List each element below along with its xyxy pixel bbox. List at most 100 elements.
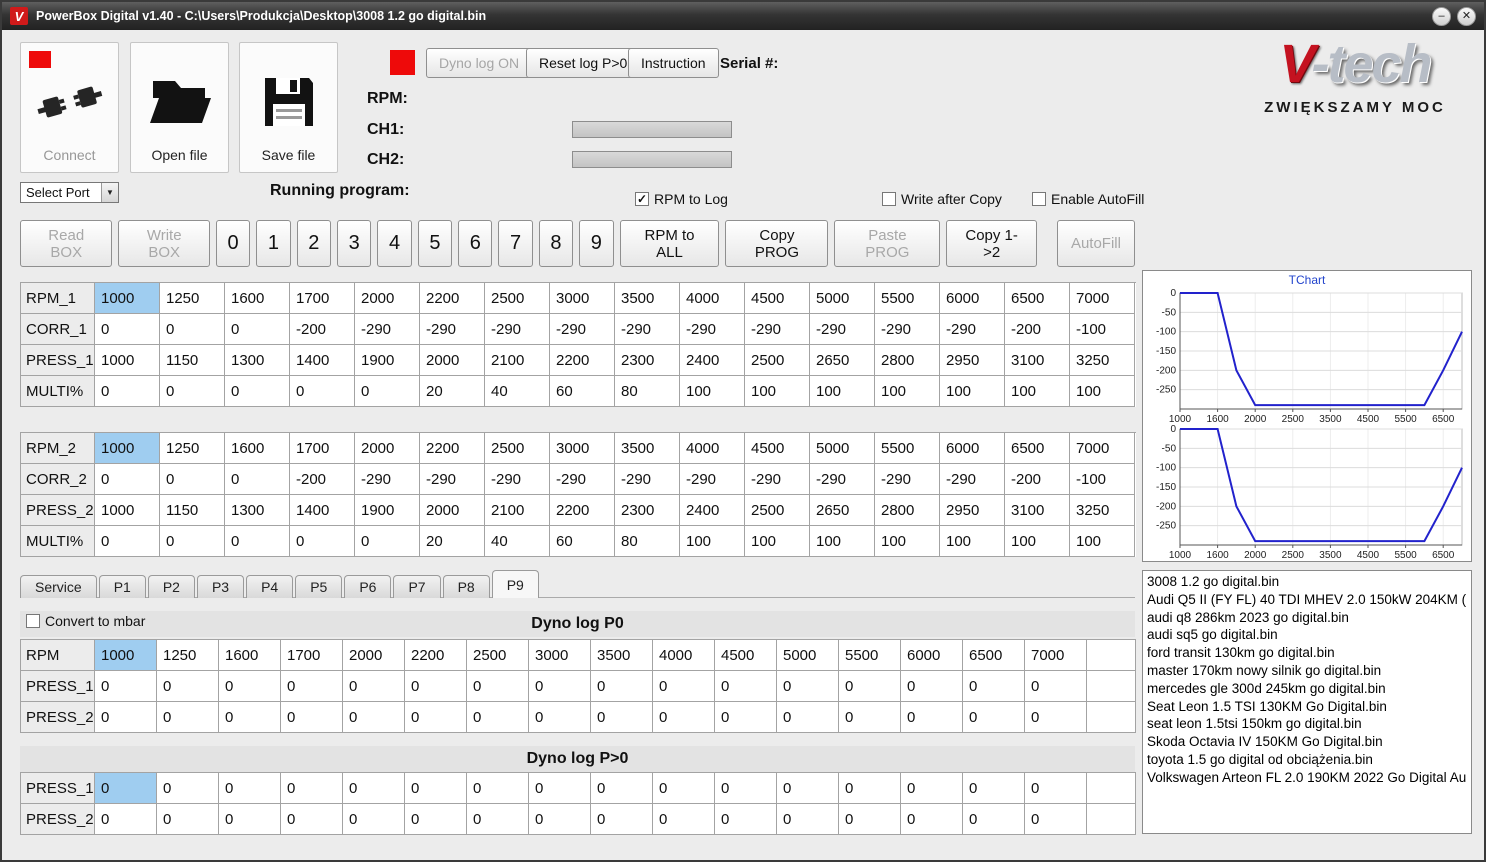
table-cell[interactable]: 0 xyxy=(839,671,901,702)
digit-8-button[interactable]: 8 xyxy=(538,220,574,267)
table-cell[interactable]: 0 xyxy=(160,526,225,557)
table-cell[interactable]: 0 xyxy=(157,804,219,835)
table-cell[interactable]: 100 xyxy=(1070,526,1135,557)
table-cell[interactable]: -100 xyxy=(1070,464,1135,495)
table-cell[interactable]: 100 xyxy=(875,526,940,557)
table-cell[interactable]: 0 xyxy=(963,671,1025,702)
table-cell[interactable]: 1000 xyxy=(95,345,160,376)
close-button[interactable]: ✕ xyxy=(1457,6,1476,26)
digit-5-button[interactable]: 5 xyxy=(417,220,453,267)
table-cell[interactable]: 20 xyxy=(420,526,485,557)
table-cell[interactable]: 0 xyxy=(653,773,715,804)
table-cell[interactable]: 0 xyxy=(467,702,529,733)
table-cell[interactable]: 1000 xyxy=(95,495,160,526)
table-cell[interactable]: 0 xyxy=(281,671,343,702)
table-cell[interactable]: -290 xyxy=(680,464,745,495)
table-cell[interactable]: 80 xyxy=(615,376,680,407)
table-cell[interactable]: 2650 xyxy=(810,495,875,526)
file-list-item[interactable]: toyota 1.5 go digital od obciążenia.bin xyxy=(1143,751,1471,769)
table-cell[interactable]: 0 xyxy=(901,702,963,733)
table-cell[interactable]: 0 xyxy=(653,702,715,733)
file-list-item[interactable]: master 170km nowy silnik go digital.bin xyxy=(1143,662,1471,680)
table-cell[interactable]: -290 xyxy=(940,314,1005,345)
table-cell[interactable]: 2200 xyxy=(550,495,615,526)
table-cell[interactable]: 2500 xyxy=(745,495,810,526)
table-cell[interactable]: 0 xyxy=(355,376,420,407)
table-cell[interactable]: 3500 xyxy=(591,640,653,671)
table-cell[interactable]: 2200 xyxy=(550,345,615,376)
table-cell[interactable]: 1250 xyxy=(160,433,225,464)
table-cell[interactable]: 0 xyxy=(715,702,777,733)
table-cell[interactable]: 0 xyxy=(777,804,839,835)
table-cell[interactable]: 1300 xyxy=(225,345,290,376)
table-cell[interactable]: 3250 xyxy=(1070,495,1135,526)
table-cell[interactable]: -290 xyxy=(745,464,810,495)
table-cell[interactable]: -290 xyxy=(485,314,550,345)
table-cell[interactable]: 1150 xyxy=(160,495,225,526)
table-cell[interactable]: -290 xyxy=(355,464,420,495)
digit-3-button[interactable]: 3 xyxy=(337,220,372,267)
table-cell[interactable]: 0 xyxy=(1025,702,1087,733)
digit-7-button[interactable]: 7 xyxy=(498,220,533,267)
table-cell[interactable]: 1400 xyxy=(290,495,355,526)
table-cell[interactable]: 2650 xyxy=(810,345,875,376)
table-cell[interactable]: 0 xyxy=(529,773,591,804)
table-cell[interactable]: 0 xyxy=(467,804,529,835)
table-cell[interactable]: 0 xyxy=(281,773,343,804)
table-cell[interactable]: 1400 xyxy=(290,345,355,376)
table-cell[interactable]: 0 xyxy=(355,526,420,557)
table-cell[interactable]: -290 xyxy=(420,314,485,345)
table-cell[interactable]: 0 xyxy=(225,376,290,407)
tab-p6[interactable]: P6 xyxy=(344,575,392,598)
table-cell[interactable]: -290 xyxy=(745,314,810,345)
table-cell[interactable]: 2000 xyxy=(420,345,485,376)
table-cell[interactable]: -290 xyxy=(420,464,485,495)
table-cell[interactable]: -290 xyxy=(485,464,550,495)
table-cell[interactable]: 0 xyxy=(95,376,160,407)
table-cell[interactable]: -290 xyxy=(550,464,615,495)
file-list-item[interactable]: ford transit 130km go digital.bin xyxy=(1143,644,1471,662)
table-cell[interactable]: 3500 xyxy=(615,283,680,314)
table-cell[interactable]: 5000 xyxy=(810,283,875,314)
port-select[interactable]: Select Port ▼ xyxy=(20,182,119,203)
table-cell[interactable]: -290 xyxy=(810,464,875,495)
table-cell[interactable]: 0 xyxy=(405,671,467,702)
table-cell[interactable]: 20 xyxy=(420,376,485,407)
table-cell[interactable]: 2950 xyxy=(940,495,1005,526)
digit-1-button[interactable]: 1 xyxy=(256,220,291,267)
table-cell[interactable]: -290 xyxy=(680,314,745,345)
table-cell[interactable]: 0 xyxy=(777,702,839,733)
table-cell[interactable]: 3000 xyxy=(529,640,591,671)
table-cell[interactable]: 1700 xyxy=(290,433,355,464)
table-cell[interactable]: 2200 xyxy=(405,640,467,671)
table-cell[interactable]: 0 xyxy=(839,804,901,835)
open-file-button[interactable]: Open file xyxy=(130,42,229,173)
table-cell[interactable]: 0 xyxy=(467,773,529,804)
table-cell[interactable]: 0 xyxy=(95,526,160,557)
table-cell[interactable]: 0 xyxy=(1025,804,1087,835)
table-cell[interactable]: 0 xyxy=(281,702,343,733)
table-cell[interactable]: 1700 xyxy=(281,640,343,671)
table-cell[interactable]: 0 xyxy=(777,671,839,702)
table-cell[interactable]: 0 xyxy=(343,773,405,804)
table-cell[interactable]: 2400 xyxy=(680,345,745,376)
tab-p2[interactable]: P2 xyxy=(147,575,195,598)
table-cell[interactable]: 2500 xyxy=(485,283,550,314)
table-cell[interactable]: 1700 xyxy=(290,283,355,314)
rpm-to-all-button[interactable]: RPM to ALL xyxy=(619,220,720,267)
table-cell[interactable]: 100 xyxy=(745,526,810,557)
table-cell[interactable]: 0 xyxy=(715,804,777,835)
table-cell[interactable]: 4000 xyxy=(680,283,745,314)
table-cell[interactable]: 0 xyxy=(715,671,777,702)
table-cell[interactable]: 2950 xyxy=(940,345,1005,376)
tab-p7[interactable]: P7 xyxy=(393,575,441,598)
tab-p1[interactable]: P1 xyxy=(98,575,146,598)
table-cell[interactable]: 1600 xyxy=(219,640,281,671)
table-cell[interactable]: 100 xyxy=(680,376,745,407)
convert-to-mbar-checkbox[interactable]: Convert to mbar xyxy=(26,613,145,629)
table-cell[interactable]: 5500 xyxy=(875,433,940,464)
table-cell[interactable]: 0 xyxy=(219,702,281,733)
table-cell[interactable]: 5500 xyxy=(875,283,940,314)
table-cell[interactable]: 3250 xyxy=(1070,345,1135,376)
table-cell[interactable]: 1150 xyxy=(160,345,225,376)
